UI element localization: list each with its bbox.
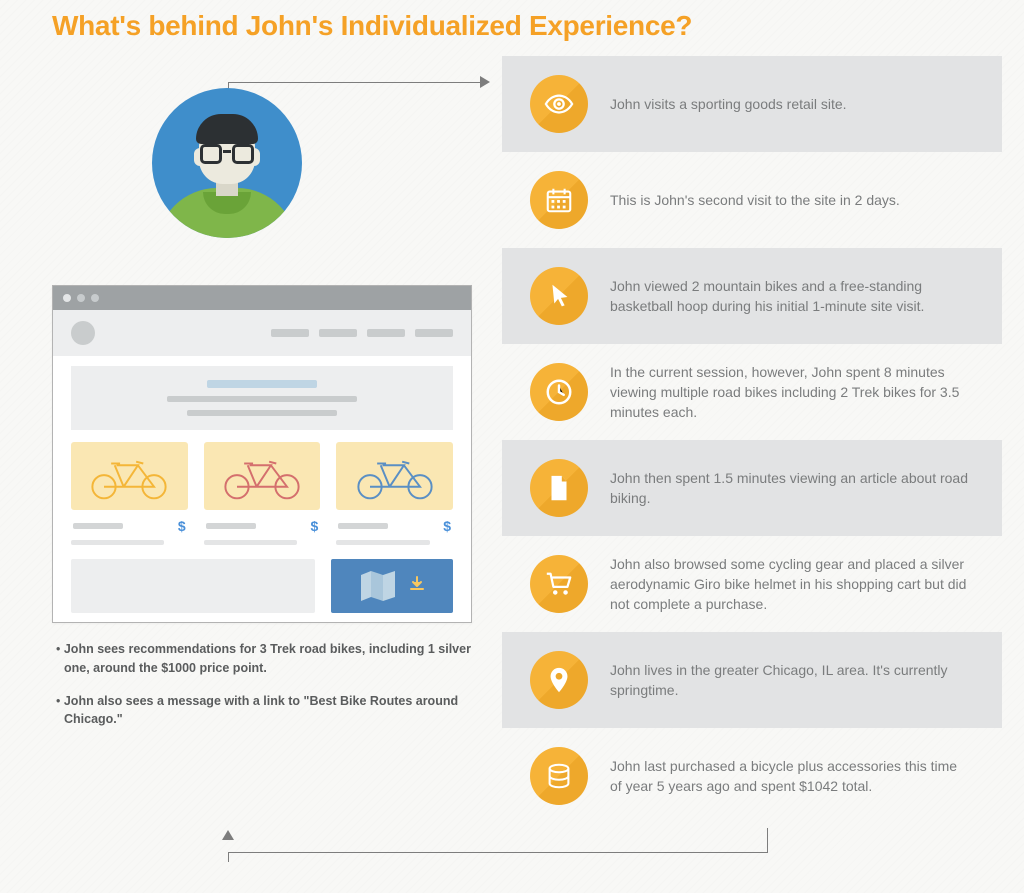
document-icon (530, 459, 588, 517)
bike-icon (217, 451, 307, 501)
list-item: This is John's second visit to the site … (502, 152, 1002, 248)
list-item: In the current session, however, John sp… (502, 344, 1002, 440)
list-item: John lives in the greater Chicago, IL ar… (502, 632, 1002, 728)
pin-icon (530, 651, 588, 709)
glasses-icon (197, 144, 257, 164)
bike-icon (350, 451, 440, 501)
list-item-text: John then spent 1.5 minutes viewing an a… (610, 468, 972, 509)
list-item-text: John visits a sporting goods retail site… (610, 94, 972, 114)
site-logo-placeholder (71, 321, 95, 345)
list-item-text: John viewed 2 mountain bikes and a free-… (610, 276, 972, 317)
behavior-list: John visits a sporting goods retail site… (502, 56, 1002, 824)
product-card-2: $ (204, 442, 321, 545)
map-icon (359, 569, 399, 603)
list-item-text: This is John's second visit to the site … (610, 190, 972, 210)
price-glyph: $ (443, 518, 451, 534)
cursor-icon (530, 267, 588, 325)
list-item-text: John also browsed some cycling gear and … (610, 554, 972, 615)
product-card-1: $ (71, 442, 188, 545)
list-item: John last purchased a bicycle plus acces… (502, 728, 1002, 824)
bullet-1: John sees recommendations for 3 Trek roa… (52, 640, 472, 678)
connector-top (228, 72, 490, 92)
bike-icon (84, 451, 174, 501)
product-card-3: $ (336, 442, 453, 545)
page-title: What's behind John's Individualized Expe… (52, 10, 692, 42)
list-item-text: John last purchased a bicycle plus acces… (610, 756, 972, 797)
map-download-card (331, 559, 453, 613)
browser-chrome (53, 286, 471, 310)
list-item: John visits a sporting goods retail site… (502, 56, 1002, 152)
browser-mock: $ $ (52, 285, 472, 623)
list-item: John viewed 2 mountain bikes and a free-… (502, 248, 1002, 344)
download-icon (409, 576, 425, 597)
arrow-right-icon (480, 76, 490, 88)
database-icon (530, 747, 588, 805)
arrow-up-icon (222, 830, 234, 840)
list-item-text: John lives in the greater Chicago, IL ar… (610, 660, 972, 701)
result-bullets: John sees recommendations for 3 Trek roa… (52, 640, 472, 743)
list-item: John also browsed some cycling gear and … (502, 536, 1002, 632)
list-item-text: In the current session, however, John sp… (610, 362, 972, 423)
avatar (152, 88, 302, 238)
connector-bottom (228, 828, 768, 878)
bullet-2: John also sees a message with a link to … (52, 692, 472, 730)
clock-icon (530, 363, 588, 421)
eye-icon (530, 75, 588, 133)
cart-icon (530, 555, 588, 613)
list-item: John then spent 1.5 minutes viewing an a… (502, 440, 1002, 536)
site-nav-placeholder (271, 329, 453, 337)
price-glyph: $ (311, 518, 319, 534)
site-hero-placeholder (71, 366, 453, 430)
price-glyph: $ (178, 518, 186, 534)
calendar-icon (530, 171, 588, 229)
content-block-placeholder (71, 559, 315, 613)
